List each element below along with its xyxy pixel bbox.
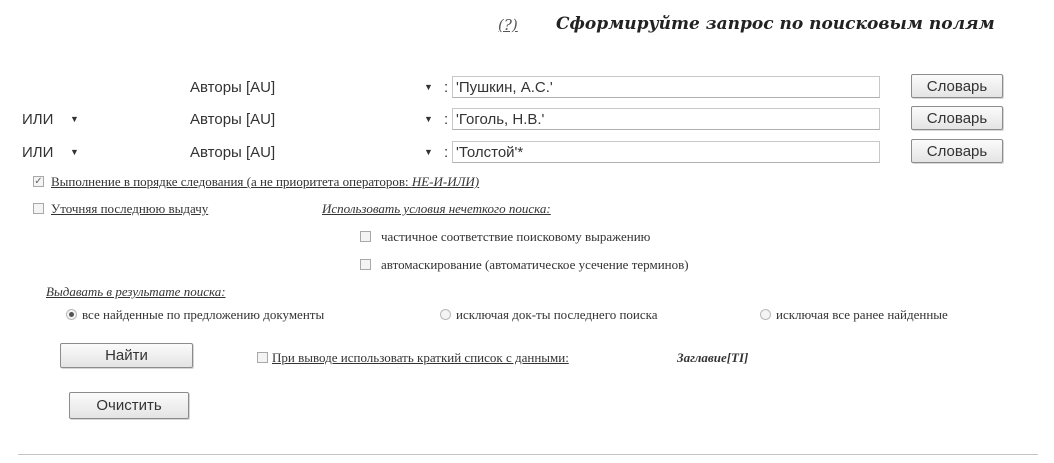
- result-exclude-last-radio[interactable]: [440, 309, 451, 320]
- chevron-down-icon: ▼: [70, 147, 79, 157]
- result-exclude-last-label[interactable]: исключая док-ты последнего поиска: [456, 307, 658, 323]
- brief-list-field[interactable]: Заглавие[TI]: [677, 350, 748, 366]
- refine-last-label[interactable]: Уточняя последнюю выдачу: [51, 201, 208, 217]
- result-all-label[interactable]: все найденные по предложению документы: [82, 307, 324, 323]
- operator-select-3[interactable]: ИЛИ ▼: [22, 142, 92, 162]
- result-exclude-all-radio[interactable]: [760, 309, 771, 320]
- auto-mask-label[interactable]: автомаскирование (автоматическое усечени…: [381, 257, 689, 273]
- field-select-2-value: Авторы [AU]: [190, 110, 276, 128]
- find-button[interactable]: Найти: [60, 343, 193, 368]
- sequential-order-label-text: Выполнение в порядке следования (а не пр…: [51, 174, 412, 189]
- chevron-down-icon: ▼: [424, 82, 433, 92]
- result-all-radio[interactable]: [66, 309, 77, 320]
- operator-select-3-value: ИЛИ: [22, 143, 54, 161]
- dictionary-button-3[interactable]: Словарь: [911, 139, 1003, 163]
- fuzzy-search-heading: Использовать условия нечеткого поиска:: [322, 201, 551, 216]
- dictionary-button-1[interactable]: Словарь: [911, 74, 1003, 98]
- field-colon-2: :: [444, 111, 449, 128]
- checkmark-icon: ✓: [34, 176, 43, 187]
- search-value-2[interactable]: 'Гоголь, Н.В.': [452, 108, 880, 130]
- bottom-divider: [18, 454, 1038, 455]
- sequential-order-checkbox[interactable]: ✓: [33, 176, 44, 187]
- help-link[interactable]: (?): [498, 16, 518, 34]
- field-select-3-value: Авторы [AU]: [190, 143, 276, 161]
- refine-last-checkbox[interactable]: [33, 203, 44, 214]
- search-value-1[interactable]: 'Пушкин, А.С.': [452, 76, 880, 98]
- results-heading: Выдавать в результате поиска:: [46, 284, 226, 299]
- field-select-3[interactable]: Авторы [AU] ▼: [190, 142, 440, 162]
- partial-match-checkbox[interactable]: [360, 231, 371, 242]
- operators-priority-text: НЕ-И-ИЛИ): [411, 174, 480, 189]
- search-value-3[interactable]: 'Толстой'*: [452, 141, 880, 163]
- chevron-down-icon: ▼: [424, 114, 433, 124]
- field-colon-3: :: [444, 144, 449, 161]
- field-colon-1: :: [444, 79, 449, 96]
- sequential-order-label[interactable]: Выполнение в порядке следования (а не пр…: [51, 174, 479, 190]
- partial-match-label[interactable]: частичное соответствие поисковому выраже…: [381, 229, 650, 245]
- dictionary-button-2[interactable]: Словарь: [911, 106, 1003, 130]
- field-select-1[interactable]: Авторы [AU] ▼: [190, 77, 440, 97]
- brief-list-label[interactable]: При выводе использовать краткий список с…: [272, 350, 569, 366]
- operator-select-2[interactable]: ИЛИ ▼: [22, 109, 92, 129]
- field-select-1-value: Авторы [AU]: [190, 78, 276, 96]
- form-title: Сформируйте запрос по поисковым полям: [556, 14, 995, 34]
- chevron-down-icon: ▼: [424, 147, 433, 157]
- result-exclude-all-label[interactable]: исключая все ранее найденные: [776, 307, 948, 323]
- field-select-2[interactable]: Авторы [AU] ▼: [190, 109, 440, 129]
- auto-mask-checkbox[interactable]: [360, 259, 371, 270]
- operator-select-2-value: ИЛИ: [22, 110, 54, 128]
- brief-list-checkbox[interactable]: [257, 352, 268, 363]
- chevron-down-icon: ▼: [70, 114, 79, 124]
- clear-button[interactable]: Очистить: [69, 392, 189, 419]
